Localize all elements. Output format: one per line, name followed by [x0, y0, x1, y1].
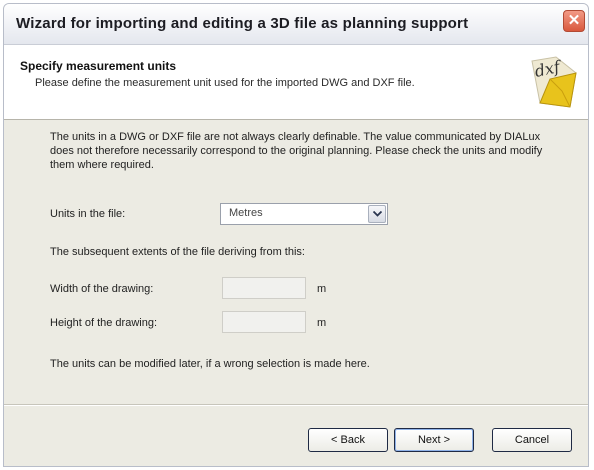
height-field	[222, 311, 306, 333]
units-label: Units in the file:	[50, 208, 126, 220]
wizard-content: The units in a DWG or DXF file are not a…	[4, 120, 588, 402]
height-label: Height of the drawing:	[50, 317, 158, 329]
note-text: The units can be modified later, if a wr…	[50, 358, 370, 370]
close-button[interactable]: ✕	[563, 10, 585, 32]
step-description: Please define the measurement unit used …	[35, 77, 415, 89]
back-button[interactable]: < Back	[308, 428, 388, 452]
width-label: Width of the drawing:	[50, 283, 154, 295]
window-title: Wizard for importing and editing a 3D fi…	[16, 15, 469, 32]
units-dropdown-button[interactable]	[368, 205, 386, 223]
extents-label: The subsequent extents of the file deriv…	[50, 246, 305, 258]
title-bar[interactable]: Wizard for importing and editing a 3D fi…	[4, 4, 588, 45]
info-text: The units in a DWG or DXF file are not a…	[50, 131, 543, 171]
dxf-file-icon: dxf	[531, 56, 577, 108]
next-button[interactable]: Next >	[394, 428, 474, 452]
chevron-down-icon	[373, 211, 382, 217]
wizard-dialog: Wizard for importing and editing a 3D fi…	[3, 3, 589, 467]
width-unit: m	[317, 283, 327, 295]
wizard-header: Specify measurement units Please define …	[4, 45, 588, 120]
step-title: Specify measurement units	[20, 59, 177, 73]
units-selected-value: Metres	[229, 207, 263, 219]
width-field	[222, 277, 306, 299]
units-select[interactable]: Metres	[220, 203, 388, 225]
height-unit: m	[317, 317, 327, 329]
footer-separator	[4, 404, 588, 406]
close-icon: ✕	[567, 12, 581, 29]
cancel-button[interactable]: Cancel	[492, 428, 572, 452]
